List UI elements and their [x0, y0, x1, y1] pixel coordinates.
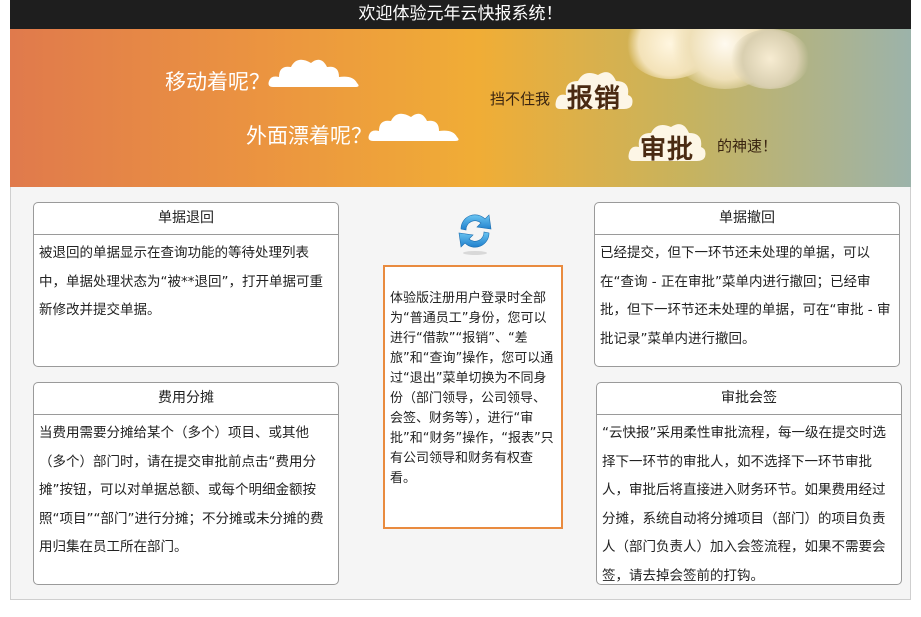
cloud-icon: [368, 113, 459, 141]
card-text: 被退回的单据显示在查询功能的等待处理列表中，单据处理状态为“被**退回”，打开单…: [39, 245, 323, 318]
cloud-icon: [268, 59, 359, 87]
reimburse-word: 报销: [566, 84, 621, 114]
cant-stop-text: 挡不住我: [490, 90, 551, 108]
card-title: 单据退回: [34, 203, 338, 235]
page-title: 欢迎体验元年云快报系统！: [10, 0, 911, 29]
card-title: 单据撤回: [595, 203, 899, 235]
card-withdraw: 单据撤回 已经提交，但下一环节还未处理的单据，可以在“查询 - 正在审批”菜单内…: [594, 202, 900, 367]
speed-text: 的神速！: [717, 137, 778, 155]
refresh-icon: [458, 214, 492, 255]
slogan-line-2: 外面漂着呢？: [246, 124, 372, 148]
card-title: 费用分摊: [34, 383, 338, 415]
card-returned: 单据退回 被退回的单据显示在查询功能的等待处理列表中，单据处理状态为“被**退回…: [33, 202, 339, 367]
slogan-line-1: 移动着呢？: [165, 70, 270, 94]
card-countersign: 审批会签 “云快报”采用柔性审批流程，每一级在提交时选择下一环节的审批人，如不选…: [596, 382, 902, 585]
card-title: 审批会签: [597, 383, 901, 415]
approve-word: 审批: [639, 135, 694, 165]
card-text: 已经提交，但下一环节还未处理的单据，可以在“查询 - 正在审批”菜单内进行撤回；…: [600, 245, 891, 347]
promo-banner: 移动着呢？ 外面漂着呢？ 挡不住我 报销 审批 的神速！: [10, 29, 911, 187]
trial-notice-box: 体验版注册用户登录时全部为“普通员工”身份，您可以进行“借款”“报销”、“差旅”…: [383, 265, 563, 529]
notice-text: 体验版注册用户登录时全部为“普通员工”身份，您可以进行“借款”“报销”、“差旅”…: [390, 291, 554, 486]
card-text: 当费用需要分摊给某个（多个）项目、或其他（多个）部门时，请在提交审批前点击“费用…: [39, 425, 324, 555]
card-allocation: 费用分摊 当费用需要分摊给某个（多个）项目、或其他（多个）部门时，请在提交审批前…: [33, 382, 339, 585]
card-text: “云快报”采用柔性审批流程，每一级在提交时选择下一环节的审批人，如不选择下一环节…: [602, 425, 886, 584]
